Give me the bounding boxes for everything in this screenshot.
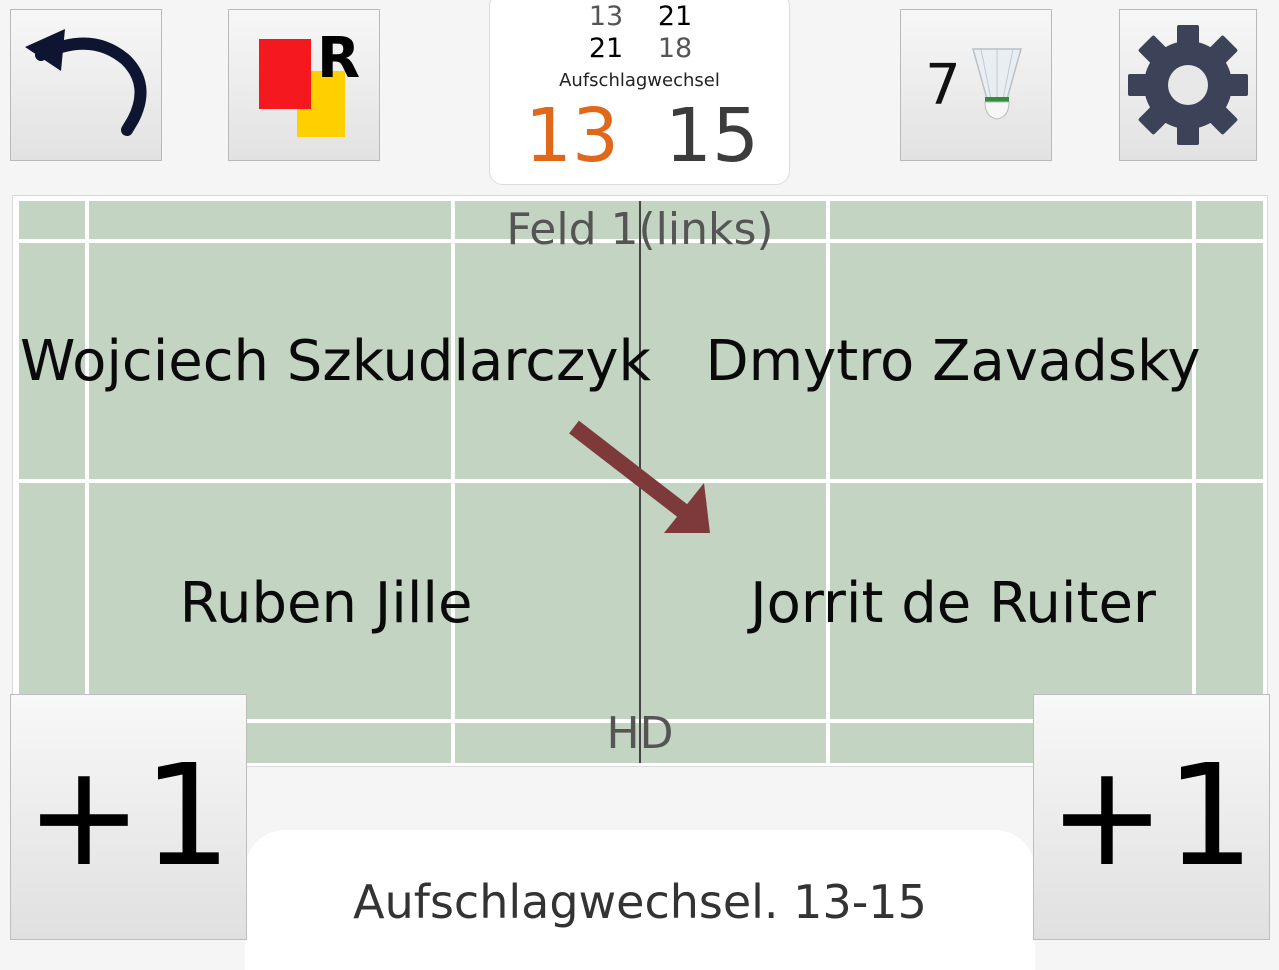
court-line <box>826 201 830 763</box>
player-top-left[interactable]: Wojciech Szkudlarczyk <box>20 328 651 396</box>
court-line <box>451 201 455 763</box>
set1-right-score: 21 <box>657 1 693 32</box>
status-message-box: Aufschlagwechsel. 13-15 <box>245 830 1035 970</box>
current-score-right: 15 <box>664 93 760 179</box>
settings-button[interactable] <box>1119 9 1257 161</box>
set1-left-score: 13 <box>588 1 624 32</box>
court-line <box>85 201 89 763</box>
cards-referee-icon: R <box>259 26 360 137</box>
shuttlecock-icon <box>971 48 1022 120</box>
serve-change-label: Aufschlagwechsel <box>559 70 720 91</box>
player-bottom-right[interactable]: Jorrit de Ruiter <box>655 570 1251 638</box>
player-top-right[interactable]: Dmytro Zavadsky <box>655 328 1251 396</box>
shuttle-count: 7 <box>925 52 961 118</box>
svg-text:R: R <box>317 26 360 91</box>
field-label: Feld 1(links) <box>506 204 774 255</box>
current-score-left: 13 <box>524 93 620 179</box>
player-bottom-left[interactable]: Ruben Jille <box>20 570 632 638</box>
scoreboard: 13 21 21 18 Aufschlagwechsel 13 15 <box>489 0 790 185</box>
serve-arrow-icon <box>569 420 710 533</box>
add-point-right-button[interactable]: +1 <box>1033 694 1270 940</box>
add-point-left-button[interactable]: +1 <box>10 694 247 940</box>
gear-icon <box>1128 25 1248 145</box>
undo-icon <box>25 29 147 136</box>
status-message: Aufschlagwechsel. 13-15 <box>353 875 927 929</box>
court-line <box>1192 201 1196 763</box>
discipline-label: HD <box>606 708 674 759</box>
undo-button[interactable] <box>10 9 162 161</box>
set2-left-score: 21 <box>588 33 624 64</box>
shuttle-counter-button[interactable]: 7 <box>900 9 1052 161</box>
cards-referee-button[interactable]: R <box>228 9 380 161</box>
set-row-2: 21 18 <box>490 33 789 65</box>
set2-right-score: 18 <box>657 33 693 64</box>
set-row-1: 13 21 <box>490 1 789 33</box>
